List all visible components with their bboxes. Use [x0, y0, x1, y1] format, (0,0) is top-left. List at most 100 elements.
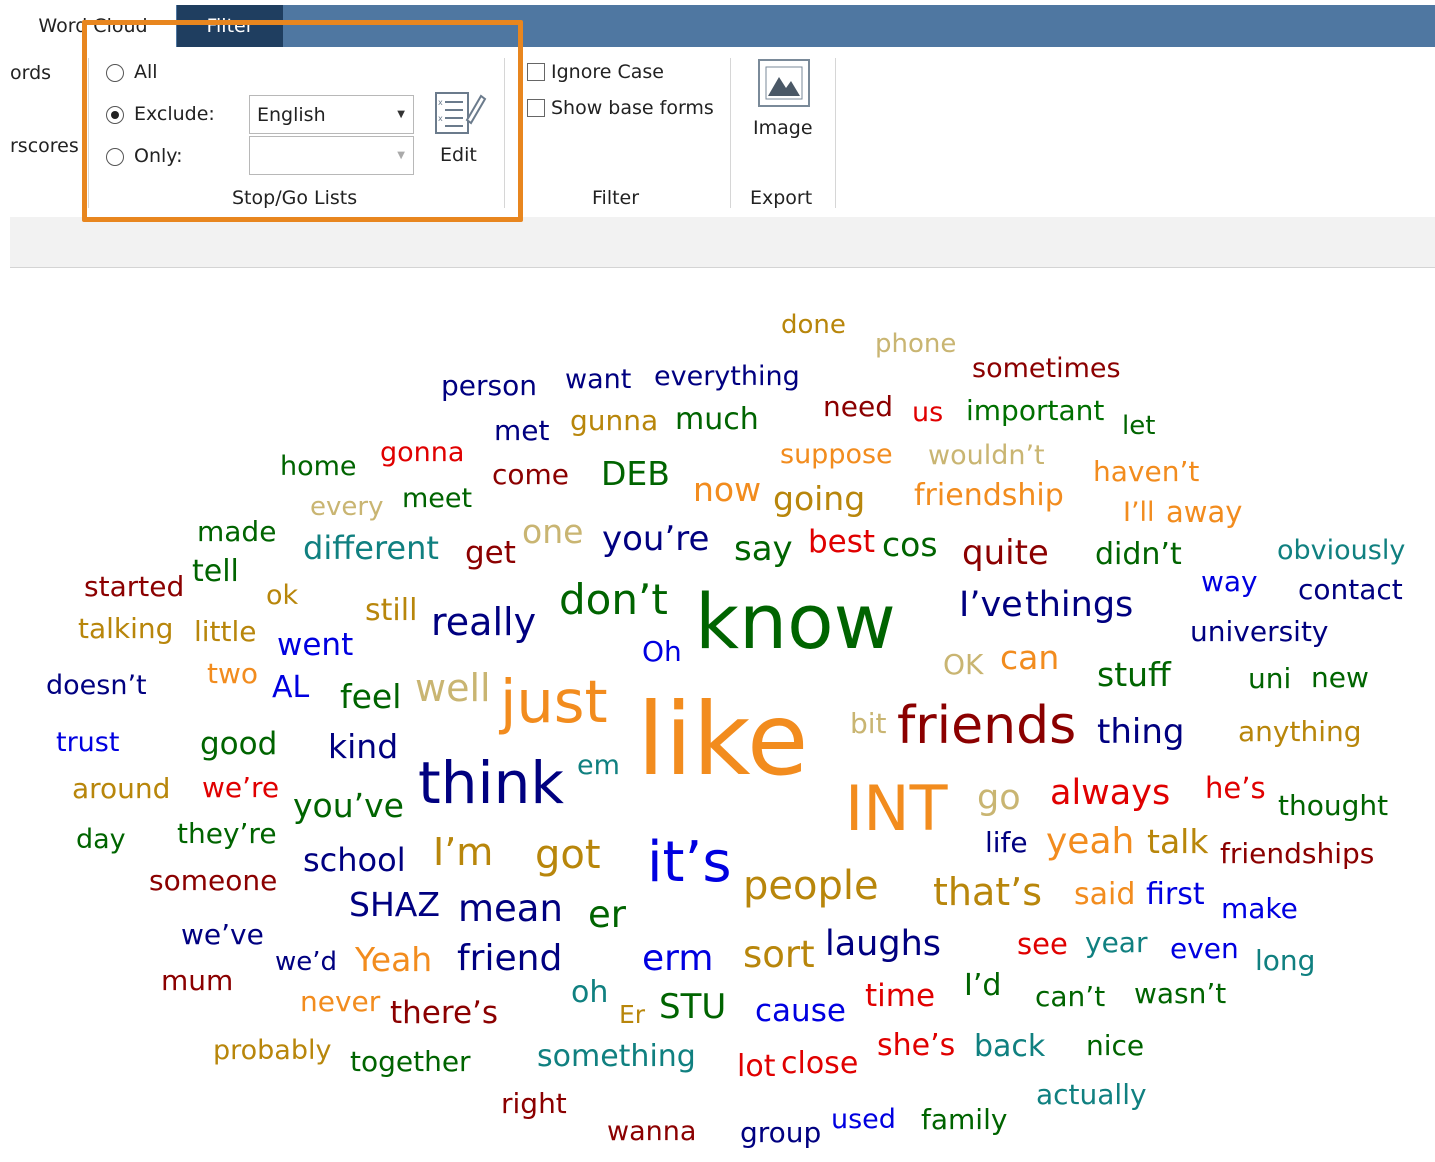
cloud-word[interactable]: around: [72, 775, 170, 803]
cloud-word[interactable]: sometimes: [972, 355, 1121, 382]
show-base-forms-label[interactable]: Show base forms: [551, 97, 714, 119]
cloud-word[interactable]: wanna: [607, 1118, 696, 1145]
cloud-word[interactable]: done: [781, 312, 846, 338]
cloud-word[interactable]: thought: [1278, 792, 1388, 820]
cloud-word[interactable]: I’ll: [1123, 499, 1155, 526]
cloud-word[interactable]: stuff: [1097, 658, 1171, 691]
cloud-word[interactable]: INT: [845, 778, 948, 840]
cloud-word[interactable]: DEB: [601, 457, 670, 490]
cloud-word[interactable]: friends: [897, 700, 1076, 752]
cloud-word[interactable]: probably: [213, 1037, 331, 1064]
cloud-word[interactable]: every: [310, 494, 383, 520]
cloud-word[interactable]: we’re: [202, 774, 279, 802]
cloud-word[interactable]: Yeah: [355, 943, 432, 976]
cloud-word[interactable]: kind: [328, 730, 398, 763]
cloud-word[interactable]: I’ve: [959, 588, 1023, 623]
cloud-word[interactable]: one: [522, 515, 583, 548]
cloud-word[interactable]: talking: [78, 615, 173, 643]
ribbon-partial-label-1[interactable]: ords: [10, 62, 51, 84]
cloud-word[interactable]: little: [194, 618, 257, 646]
cloud-word[interactable]: something: [537, 1042, 696, 1072]
cloud-word[interactable]: want: [565, 366, 631, 393]
cloud-word[interactable]: family: [921, 1106, 1007, 1134]
cloud-word[interactable]: right: [501, 1090, 567, 1118]
cloud-word[interactable]: said: [1074, 880, 1135, 910]
cloud-word[interactable]: friendship: [914, 481, 1064, 511]
cloud-word[interactable]: know: [695, 584, 896, 660]
cloud-word[interactable]: actually: [1036, 1081, 1147, 1109]
cloud-word[interactable]: away: [1166, 498, 1242, 527]
cloud-word[interactable]: two: [207, 660, 258, 688]
cloud-word[interactable]: AL: [272, 673, 309, 703]
export-image-button[interactable]: Image: [753, 117, 813, 139]
image-icon[interactable]: [758, 59, 810, 107]
cloud-word[interactable]: day: [76, 826, 126, 853]
cloud-word[interactable]: lot: [737, 1052, 775, 1082]
cloud-word[interactable]: yeah: [1046, 824, 1134, 860]
cloud-word[interactable]: let: [1122, 413, 1155, 439]
cloud-word[interactable]: everything: [654, 363, 800, 390]
cloud-word[interactable]: new: [1311, 664, 1369, 692]
cloud-word[interactable]: school: [303, 844, 406, 876]
cloud-word[interactable]: even: [1170, 935, 1239, 963]
cloud-word[interactable]: I’d: [964, 971, 1001, 1001]
cloud-word[interactable]: long: [1255, 947, 1315, 975]
cloud-word[interactable]: different: [303, 532, 439, 564]
cloud-word[interactable]: meet: [402, 485, 472, 512]
cloud-word[interactable]: contact: [1298, 576, 1403, 604]
cloud-word[interactable]: think: [418, 754, 564, 812]
cloud-word[interactable]: we’ve: [181, 921, 264, 949]
cloud-word[interactable]: anything: [1238, 718, 1362, 746]
cloud-word[interactable]: come: [492, 461, 569, 489]
cloud-word[interactable]: Oh: [642, 638, 682, 666]
cloud-word[interactable]: make: [1221, 895, 1298, 923]
cloud-word[interactable]: haven’t: [1093, 458, 1199, 486]
cloud-word[interactable]: sort: [743, 936, 815, 973]
cloud-word[interactable]: people: [743, 866, 879, 906]
cloud-word[interactable]: I’m: [433, 833, 493, 871]
ribbon-partial-label-2[interactable]: rscores: [10, 135, 79, 157]
cloud-word[interactable]: friend: [457, 941, 562, 977]
cloud-word[interactable]: didn’t: [1095, 540, 1182, 570]
ignore-case-label[interactable]: Ignore Case: [551, 61, 664, 83]
cloud-word[interactable]: SHAZ: [349, 888, 440, 921]
cloud-word[interactable]: really: [431, 603, 536, 641]
ignore-case-checkbox[interactable]: [527, 63, 545, 81]
cloud-word[interactable]: way: [1201, 568, 1258, 596]
cloud-word[interactable]: made: [197, 518, 276, 546]
cloud-word[interactable]: mean: [458, 890, 563, 927]
cloud-word[interactable]: can: [1000, 641, 1059, 674]
cloud-word[interactable]: uni: [1248, 665, 1291, 693]
cloud-word[interactable]: used: [831, 1106, 896, 1133]
cloud-word[interactable]: much: [675, 405, 759, 435]
cloud-word[interactable]: erm: [642, 941, 713, 977]
cloud-word[interactable]: started: [84, 573, 184, 601]
cloud-word[interactable]: it’s: [647, 835, 732, 891]
cloud-word[interactable]: suppose: [780, 441, 893, 468]
cloud-word[interactable]: always: [1050, 776, 1170, 811]
cloud-word[interactable]: gunna: [570, 407, 658, 435]
cloud-word[interactable]: cos: [882, 528, 938, 561]
cloud-word[interactable]: ok: [266, 582, 298, 609]
cloud-word[interactable]: gonna: [380, 439, 464, 466]
cloud-word[interactable]: just: [500, 672, 608, 731]
cloud-word[interactable]: still: [365, 596, 417, 626]
cloud-word[interactable]: person: [441, 372, 537, 400]
cloud-word[interactable]: got: [535, 835, 601, 875]
cloud-word[interactable]: you’ve: [293, 789, 404, 822]
cloud-word[interactable]: cause: [755, 996, 846, 1027]
cloud-word[interactable]: thing: [1097, 715, 1184, 749]
cloud-word[interactable]: wouldn’t: [928, 442, 1045, 469]
cloud-word[interactable]: that’s: [933, 873, 1042, 911]
cloud-word[interactable]: close: [781, 1049, 858, 1079]
cloud-word[interactable]: he’s: [1205, 774, 1266, 803]
cloud-word[interactable]: say: [734, 532, 793, 566]
cloud-word[interactable]: back: [974, 1032, 1045, 1062]
cloud-word[interactable]: nice: [1086, 1032, 1144, 1060]
cloud-word[interactable]: met: [494, 417, 549, 445]
cloud-word[interactable]: like: [637, 690, 808, 790]
cloud-word[interactable]: there’s: [390, 998, 498, 1029]
cloud-word[interactable]: phone: [875, 331, 956, 357]
cloud-word[interactable]: talk: [1147, 825, 1208, 858]
cloud-word[interactable]: can’t: [1035, 983, 1105, 1011]
